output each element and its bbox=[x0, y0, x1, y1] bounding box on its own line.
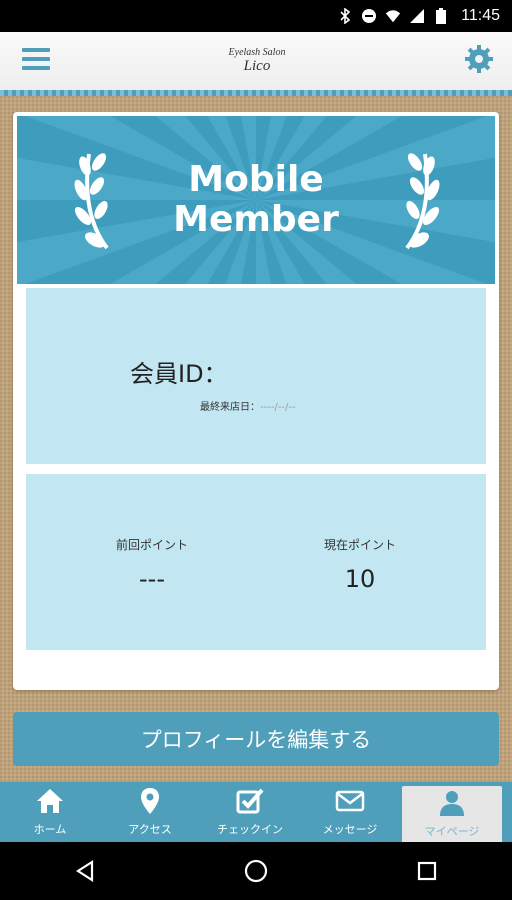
tab-home-label: ホーム bbox=[33, 823, 67, 836]
tab-checkin[interactable]: チェックイン bbox=[200, 782, 300, 842]
tab-message-label: メッセージ bbox=[322, 823, 378, 836]
points-panel: 前回ポイント --- 現在ポイント 10 bbox=[26, 474, 486, 650]
current-points: 現在ポイント 10 bbox=[280, 534, 440, 593]
mobile-member-banner: Mobile Member bbox=[17, 116, 495, 284]
home-icon bbox=[35, 787, 65, 818]
app-header: Eyelash Salon Lico bbox=[0, 32, 512, 96]
last-visit: 最終来店日：----/--/-- bbox=[200, 398, 296, 413]
member-id-label: 会員ID： bbox=[130, 360, 228, 388]
bluetooth-icon bbox=[337, 8, 353, 24]
tab-checkin-label: チェックイン bbox=[217, 823, 283, 836]
status-bar: 11:45 bbox=[0, 0, 512, 32]
map-pin-icon bbox=[135, 787, 165, 818]
do-not-disturb-icon bbox=[361, 8, 377, 24]
recents-icon[interactable] bbox=[407, 851, 447, 891]
member-id-panel: 会員ID： 最終来店日：----/--/-- bbox=[26, 288, 486, 464]
previous-points-value: --- bbox=[139, 565, 165, 593]
gear-icon[interactable] bbox=[464, 44, 494, 78]
member-card: Mobile Member 会員ID： 最終来店日：----/--/-- 前回ポ… bbox=[13, 112, 499, 690]
current-points-label: 現在ポイント bbox=[323, 538, 396, 552]
last-visit-value: ----/--/-- bbox=[260, 402, 296, 413]
previous-points-label: 前回ポイント bbox=[115, 538, 188, 552]
tab-home[interactable]: ホーム bbox=[0, 782, 100, 842]
system-nav-bar bbox=[0, 842, 512, 900]
tab-mypage[interactable]: マイページ bbox=[402, 786, 502, 842]
user-icon bbox=[437, 789, 467, 820]
bottom-tab-bar: ホーム アクセス チェックイン メッセージ マイページ bbox=[0, 782, 512, 842]
tab-access[interactable]: アクセス bbox=[100, 782, 200, 842]
signal-icon bbox=[409, 8, 425, 24]
back-icon[interactable] bbox=[65, 851, 105, 891]
hamburger-menu-icon[interactable] bbox=[22, 48, 50, 74]
tab-message[interactable]: メッセージ bbox=[300, 782, 400, 842]
tab-mypage-label: マイページ bbox=[424, 825, 480, 838]
wifi-icon bbox=[385, 8, 401, 24]
clock: 11:45 bbox=[461, 7, 500, 24]
brand-logo: Eyelash Salon Lico bbox=[229, 47, 286, 75]
tab-access-label: アクセス bbox=[128, 823, 172, 836]
brand-subtitle: Eyelash Salon bbox=[228, 47, 286, 58]
last-visit-label: 最終来店日： bbox=[200, 402, 260, 413]
checkbox-icon bbox=[235, 787, 265, 818]
previous-points: 前回ポイント --- bbox=[72, 534, 232, 593]
brand-name: Lico bbox=[243, 58, 271, 74]
battery-icon bbox=[433, 8, 449, 24]
laurel-right-icon bbox=[399, 144, 443, 258]
edit-profile-button[interactable]: プロフィールを編集する bbox=[13, 712, 499, 766]
home-circle-icon[interactable] bbox=[236, 851, 276, 891]
envelope-icon bbox=[335, 787, 365, 818]
current-points-value: 10 bbox=[344, 565, 376, 593]
